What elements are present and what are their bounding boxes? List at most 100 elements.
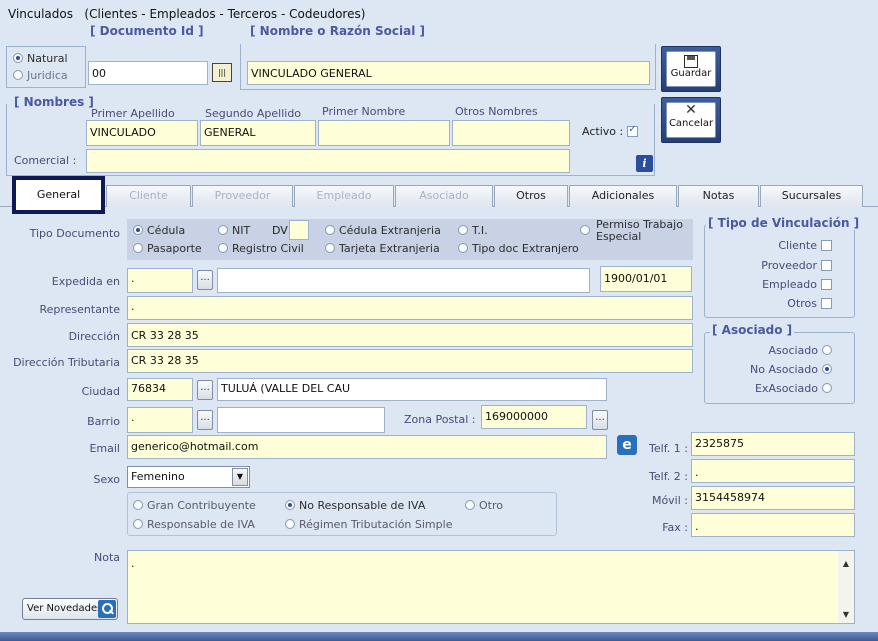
radio-pasaporte-icon <box>133 243 143 253</box>
activo-checkbox[interactable] <box>627 124 639 137</box>
ciudad-name-input[interactable]: TULUÁ (VALLE DEL CAU <box>217 378 607 401</box>
zona-postal-lookup-button[interactable]: ... <box>592 410 608 430</box>
radio-otro-icon <box>465 500 475 510</box>
radio-otro[interactable]: Otro <box>465 499 503 512</box>
check-proveedor[interactable]: Proveedor <box>712 259 832 272</box>
radio-natural[interactable]: Natural <box>13 52 68 65</box>
ver-novedades-button[interactable]: Ver Novedades <box>22 598 118 620</box>
close-icon: ✕ <box>685 102 697 118</box>
check-empleado[interactable]: Empleado <box>712 278 832 291</box>
radio-juridica[interactable]: Juridica <box>13 69 68 82</box>
radio-ti[interactable]: T.I. <box>458 224 488 237</box>
dv-input[interactable] <box>289 220 309 240</box>
check-cliente[interactable]: Cliente <box>712 239 832 252</box>
radio-cedula[interactable]: Cédula <box>133 224 185 237</box>
nombre-razon-legend: [ Nombre o Razón Social ] <box>248 24 427 38</box>
check-cliente-box[interactable] <box>821 240 832 251</box>
check-otros-box[interactable] <box>821 298 832 309</box>
chevron-down-icon[interactable]: ▼ <box>232 468 248 486</box>
primer-nombre-input[interactable] <box>318 120 450 146</box>
tab-asociado[interactable]: Asociado <box>395 185 493 207</box>
fax-label: Fax : <box>662 521 688 534</box>
ciudad-lookup-button[interactable]: ... <box>197 380 213 400</box>
check-proveedor-box[interactable] <box>821 260 832 271</box>
info-icon[interactable]: i <box>636 155 653 172</box>
check-empleado-box[interactable] <box>821 279 832 290</box>
radio-gran-contribuyente[interactable]: Gran Contribuyente <box>133 499 256 512</box>
scroll-down-icon[interactable]: ▼ <box>838 610 854 619</box>
radio-tipo-doc-extranjero[interactable]: Tipo doc Extranjero <box>458 242 579 255</box>
direccion-tributaria-input[interactable]: CR 33 28 35 <box>127 349 693 373</box>
ciudad-code-input[interactable]: 76834 <box>127 378 193 401</box>
segundo-apellido-input[interactable]: GENERAL <box>200 120 316 146</box>
documento-id-input[interactable]: 00 <box>88 61 208 85</box>
expedida-lookup-button[interactable]: ... <box>197 270 213 290</box>
barrio-label: Barrio <box>87 415 120 428</box>
telf1-input[interactable]: 2325875 <box>691 432 855 456</box>
nota-textarea[interactable]: . <box>127 550 855 624</box>
nota-scrollbar[interactable]: ▲ ▼ <box>838 551 854 623</box>
radio-natural-icon <box>13 53 23 63</box>
tab-cliente[interactable]: Cliente <box>106 185 191 207</box>
check-proveedor-label: Proveedor <box>761 259 817 272</box>
activo-label: Activo : <box>582 124 639 138</box>
primer-apellido-input[interactable]: VINCULADO <box>86 120 198 146</box>
expedida-name-input[interactable] <box>217 268 590 293</box>
radio-pasaporte[interactable]: Pasaporte <box>133 242 202 255</box>
radio-nit[interactable]: NIT <box>218 224 250 237</box>
telf2-input[interactable]: . <box>691 459 855 483</box>
radio-registro-civil[interactable]: Registro Civil <box>218 242 304 255</box>
radio-regimen-simple-label: Régimen Tributación Simple <box>299 518 453 531</box>
check-otros[interactable]: Otros <box>712 297 832 310</box>
radio-regimen-simple-icon <box>285 519 295 529</box>
radio-registro-civil-label: Registro Civil <box>232 242 304 255</box>
radio-responsable-iva[interactable]: Responsable de IVA <box>133 518 255 531</box>
barrio-name-input[interactable] <box>217 407 385 433</box>
direccion-input[interactable]: CR 33 28 35 <box>127 323 693 347</box>
radio-asociado[interactable]: Asociado <box>712 344 832 357</box>
search-icon <box>98 600 116 618</box>
dv-label: DV <box>272 224 288 237</box>
guardar-button[interactable]: Guardar <box>661 46 721 92</box>
tab-proveedor[interactable]: Proveedor <box>192 185 293 207</box>
cancelar-button[interactable]: ✕ Cancelar <box>661 97 721 143</box>
radio-regimen-simple[interactable]: Régimen Tributación Simple <box>285 518 452 531</box>
radio-ti-label: T.I. <box>472 224 488 237</box>
barrio-lookup-button[interactable]: ... <box>197 410 213 430</box>
radio-gran-contribuyente-icon <box>133 500 143 510</box>
movil-input[interactable]: 3154458974 <box>691 486 855 510</box>
tab-sucursales[interactable]: Sucursales <box>760 185 863 207</box>
expedida-date-input[interactable]: 1900/01/01 <box>600 266 692 292</box>
tab-otros[interactable]: Otros <box>494 185 568 207</box>
radio-tarjeta-extranjeria[interactable]: Tarjeta Extranjeria <box>325 242 440 255</box>
tab-empleado[interactable]: Empleado <box>294 185 394 207</box>
comercial-input[interactable] <box>86 149 570 173</box>
tab-notas[interactable]: Notas <box>678 185 759 207</box>
tab-adicionales[interactable]: Adicionales <box>569 185 677 207</box>
representante-input[interactable]: . <box>127 296 693 320</box>
radio-exasociado[interactable]: ExAsociado <box>712 382 832 395</box>
radio-gran-contribuyente-label: Gran Contribuyente <box>147 499 256 512</box>
radio-tipo-doc-extranjero-icon <box>458 243 468 253</box>
radio-cedula-extranjeria[interactable]: Cédula Extranjeria <box>325 224 441 237</box>
zona-postal-input[interactable]: 169000000 <box>481 405 587 429</box>
nombre-razon-input[interactable]: VINCULADO GENERAL <box>247 61 650 85</box>
radio-exasociado-icon <box>822 383 832 393</box>
scroll-up-icon[interactable]: ▲ <box>838 559 854 568</box>
radio-permiso-trabajo[interactable]: Permiso Trabajo Especial <box>580 219 692 243</box>
radio-no-asociado[interactable]: No Asociado <box>712 363 832 376</box>
fax-input[interactable]: . <box>691 513 855 537</box>
sexo-select[interactable]: Femenino ▼ <box>127 466 250 488</box>
email-input[interactable]: generico@hotmail.com <box>127 435 607 459</box>
radio-permiso-trabajo-icon <box>580 225 590 235</box>
barcode-icon[interactable]: ||| <box>212 63 232 82</box>
tab-general[interactable]: General <box>12 176 105 214</box>
radio-cedula-extranjeria-label: Cédula Extranjeria <box>339 224 441 237</box>
ciudad-label: Ciudad <box>81 385 120 398</box>
expedida-code-input[interactable]: . <box>127 268 193 293</box>
radio-no-responsable-iva[interactable]: No Responsable de IVA <box>285 499 425 512</box>
otros-nombres-input[interactable] <box>452 120 570 146</box>
comercial-label: Comercial : <box>14 154 77 167</box>
barrio-code-input[interactable]: . <box>127 407 193 433</box>
guardar-button-face: Guardar <box>666 51 716 87</box>
